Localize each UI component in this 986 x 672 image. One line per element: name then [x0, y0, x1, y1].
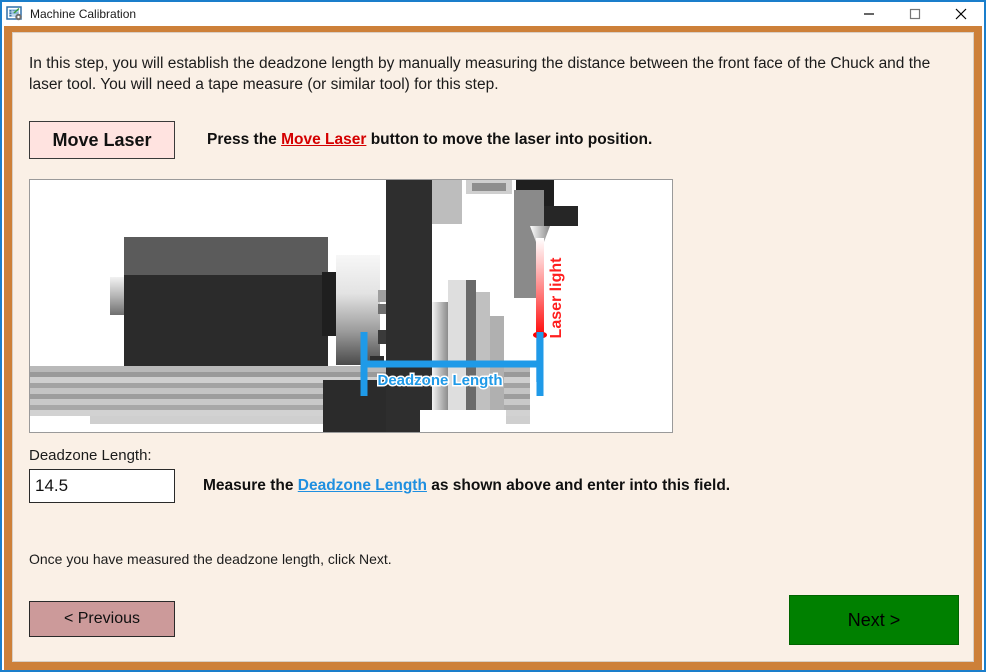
- deadzone-hint: Measure the Deadzone Length as shown abo…: [203, 477, 730, 495]
- closing-note: Once you have measured the deadzone leng…: [29, 551, 392, 567]
- maximize-icon[interactable]: [892, 2, 938, 26]
- move-laser-inline-link[interactable]: Move Laser: [281, 131, 366, 148]
- next-button-label: Next >: [847, 609, 901, 630]
- window-frame: In this step, you will establish the dea…: [4, 26, 982, 670]
- calibration-settings-icon: [6, 6, 24, 22]
- deadzone-hint-after: as shown above and enter into this field…: [431, 477, 731, 494]
- intro-text: In this step, you will establish the dea…: [29, 55, 931, 93]
- previous-button[interactable]: < Previous: [29, 601, 175, 637]
- calibration-window: Machine Calibration In this step, you wi…: [0, 0, 986, 672]
- deadzone-field-row: Measure the Deadzone Length as shown abo…: [29, 469, 730, 503]
- move-laser-hint-after: button to move the laser into position.: [370, 131, 653, 148]
- previous-button-label: < Previous: [63, 610, 141, 627]
- title-bar: Machine Calibration: [2, 2, 984, 26]
- move-laser-hint-before: Press the: [207, 131, 277, 148]
- deadzone-field-label: Deadzone Length:: [29, 447, 152, 464]
- deadzone-length-input[interactable]: [29, 469, 175, 503]
- move-laser-button[interactable]: Move Laser: [29, 121, 175, 159]
- deadzone-length-label: Deadzone Length: [377, 372, 502, 389]
- deadzone-hint-before: Measure the: [203, 477, 294, 494]
- next-button[interactable]: Next >: [789, 595, 959, 645]
- machine-column: [386, 180, 432, 432]
- wizard-content: In this step, you will establish the dea…: [12, 32, 974, 662]
- headstock: [110, 237, 344, 366]
- move-laser-row: Move Laser Press the Move Laser button t…: [29, 121, 652, 159]
- window-title: Machine Calibration: [30, 7, 137, 21]
- window-controls: [846, 2, 984, 26]
- machine-diagram: Laser light Deadzone Length: [29, 179, 673, 433]
- minimize-icon[interactable]: [846, 2, 892, 26]
- laser-light-label: Laser light: [548, 257, 565, 339]
- deadzone-inline-link[interactable]: Deadzone Length: [298, 477, 427, 494]
- close-icon[interactable]: [938, 2, 984, 26]
- move-laser-hint: Press the Move Laser button to move the …: [207, 131, 652, 149]
- move-laser-button-label: Move Laser: [52, 129, 152, 150]
